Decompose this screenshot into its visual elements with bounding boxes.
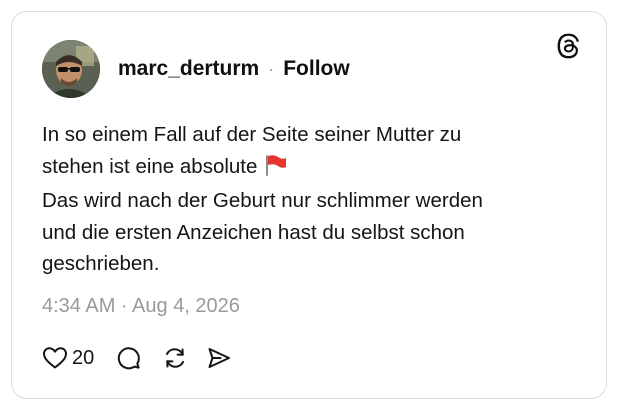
threads-logo-icon[interactable] [554,32,582,60]
comment-bubble-icon [116,345,142,371]
separator-dot: · [268,58,275,79]
post-text-line-with-flag: stehen ist eine absolute [42,151,562,186]
post-timestamp[interactable]: 4:34 AM · Aug 4, 2026 [42,295,240,318]
avatar[interactable] [42,40,100,98]
follow-button[interactable]: Follow [283,57,350,81]
post-card: marc_derturm · Follow In so einem Fall a… [11,11,607,399]
post-header: marc_derturm · Follow [118,57,350,81]
post-body: In so einem Fall auf der Seite seiner Mu… [42,119,562,280]
repost-button[interactable] [162,345,188,371]
username[interactable]: marc_derturm [118,57,259,81]
post-text-line: stehen ist eine absolute [42,154,258,178]
send-icon [206,345,232,371]
post-text-line: geschrieben. [42,252,160,275]
repost-icon [162,345,188,371]
post-text-line: Das wird nach der Geburt nur schlimmer w… [42,189,483,212]
post-text-line: In so einem Fall auf der Seite seiner Mu… [42,123,462,146]
comment-button[interactable] [116,345,142,371]
action-bar: 20 [42,344,232,372]
like-button[interactable]: 20 [42,346,94,370]
heart-icon [42,346,68,370]
post-text-line: und die ersten Anzeichen hast du selbst … [42,220,465,244]
like-count: 20 [72,346,95,369]
red-flag-icon [263,154,287,186]
share-button[interactable] [206,345,232,371]
